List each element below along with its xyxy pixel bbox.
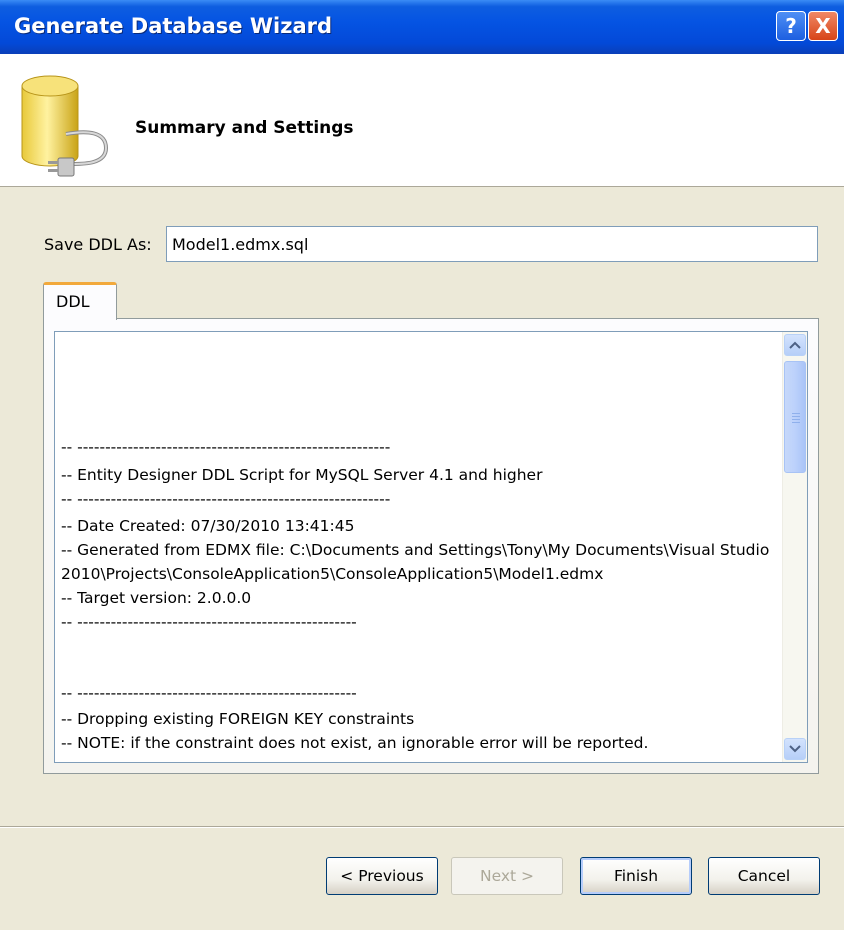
ddl-line: -- -------------------------------------… (61, 684, 357, 702)
cancel-button[interactable]: Cancel (708, 857, 820, 895)
scroll-thumb[interactable] (784, 361, 806, 473)
ddl-line: -- -------------------------------------… (61, 490, 391, 508)
ddl-line: -- Entity Designer DDL Script for MySQL … (61, 466, 543, 484)
close-button[interactable]: X (808, 11, 838, 41)
ddl-line: -- Generated from EDMX file: C:\Document… (61, 541, 770, 559)
ddl-line: -- -------------------------------------… (61, 438, 391, 456)
scroll-down-button[interactable] (784, 738, 806, 760)
grip-icon (792, 413, 800, 425)
ddl-tab-panel: -- -------------------------------------… (43, 318, 819, 774)
page-title: Summary and Settings (135, 118, 354, 138)
ddl-line: -- NOTE: if the constraint does not exis… (61, 734, 649, 752)
wizard-window: Generate Database Wizard ? X Summary and… (0, 0, 844, 930)
ddl-line: -- Date Created: 07/30/2010 13:41:45 (61, 517, 355, 535)
save-ddl-label: Save DDL As: (44, 235, 152, 254)
vertical-scrollbar[interactable] (782, 332, 807, 762)
database-plug-icon (21, 75, 109, 177)
arrow-up-icon (789, 341, 801, 349)
close-icon: X (815, 14, 831, 38)
ddl-line: 2010\Projects\ConsoleApplication5\Consol… (61, 565, 604, 583)
window-title: Generate Database Wizard (14, 14, 333, 38)
arrow-down-icon (789, 745, 801, 753)
finish-button[interactable]: Finish (580, 857, 692, 895)
title-bar[interactable]: Generate Database Wizard ? X (0, 0, 844, 54)
scroll-up-button[interactable] (784, 334, 806, 356)
next-button[interactable]: Next > (451, 857, 563, 895)
ddl-script-text: -- -------------------------------------… (61, 332, 783, 762)
footer-separator (0, 826, 844, 828)
save-ddl-input[interactable] (166, 226, 818, 262)
previous-button[interactable]: < Previous (326, 857, 438, 895)
help-icon: ? (785, 14, 797, 38)
ddl-line: -- -------------------------------------… (61, 613, 357, 631)
help-button[interactable]: ? (776, 11, 806, 41)
ddl-line: -- Target version: 2.0.0.0 (61, 589, 252, 607)
tab-ddl[interactable]: DDL (43, 282, 117, 320)
ddl-line: -- Dropping existing FOREIGN KEY constra… (61, 710, 415, 728)
tab-ddl-label: DDL (56, 292, 90, 311)
ddl-script-textarea[interactable]: -- -------------------------------------… (54, 331, 808, 763)
wizard-header: Summary and Settings (0, 54, 844, 187)
